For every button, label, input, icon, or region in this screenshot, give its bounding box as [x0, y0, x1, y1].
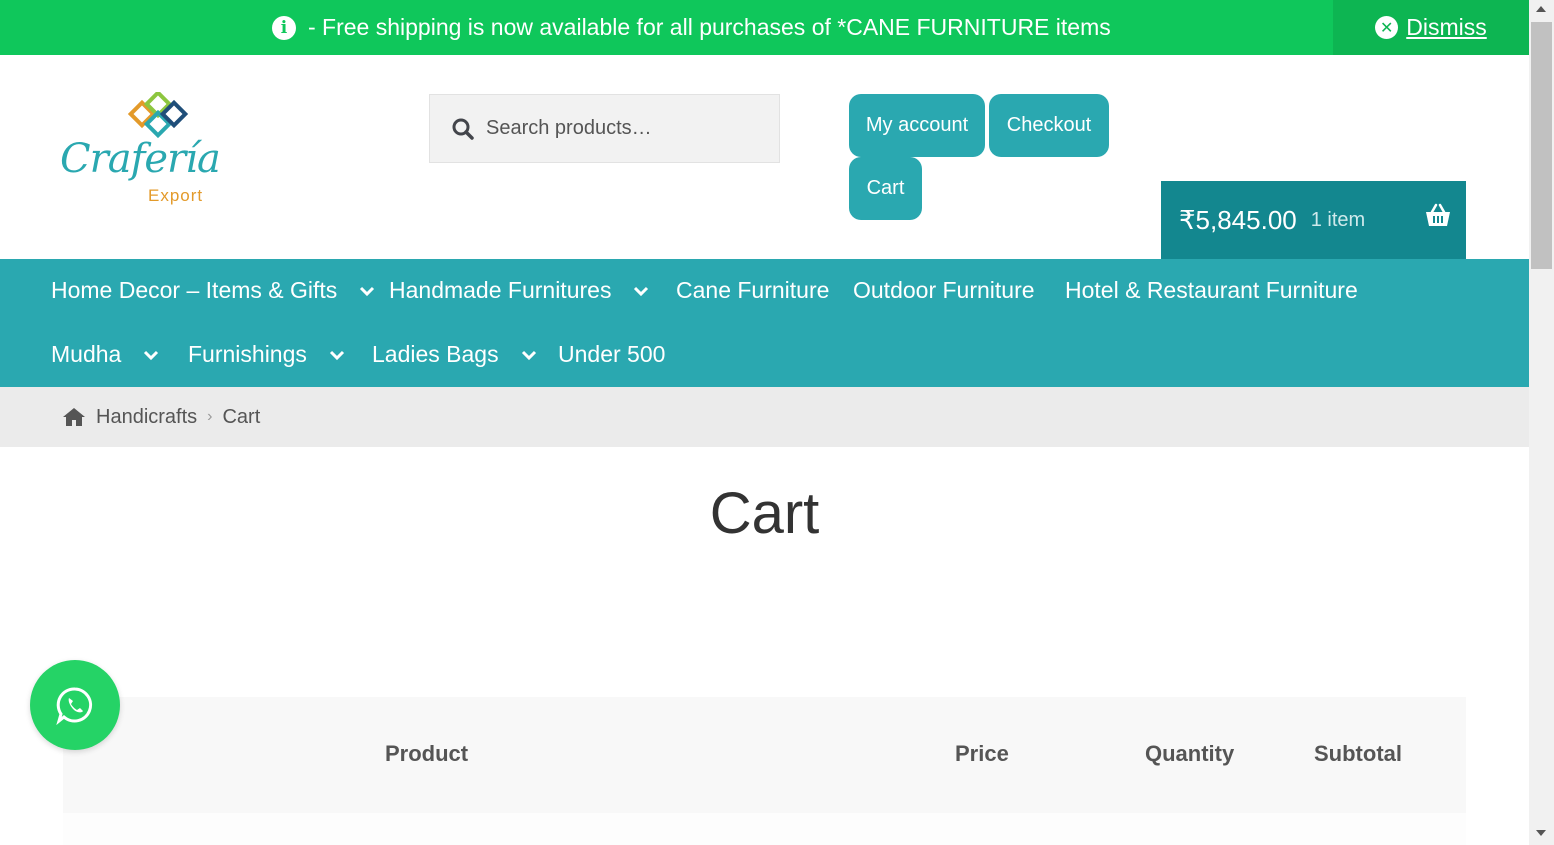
nav-item-label: Mudha — [51, 341, 122, 367]
cart-item-count: 1 item — [1310, 208, 1366, 231]
column-header-quantity: Quantity — [1145, 741, 1235, 766]
primary-navigation: Home Decor – Items & Gifts Handmade Furn… — [0, 259, 1529, 387]
cart-total: ₹5,845.00 — [1179, 204, 1297, 235]
cart-table-header: Product Price Quantity Subtotal — [63, 697, 1466, 813]
nav-item-label: Outdoor Furniture — [853, 277, 1035, 303]
notice-message: - Free shipping is now available for all… — [308, 14, 1111, 40]
home-icon[interactable] — [62, 407, 86, 427]
notice-content: i - Free shipping is now available for a… — [272, 14, 1111, 41]
breadcrumb-separator-icon: › — [207, 408, 213, 425]
chevron-down-icon[interactable] — [329, 347, 345, 363]
nav-item-furnishings[interactable]: Furnishings — [188, 341, 345, 368]
search-icon — [452, 118, 474, 140]
dismiss-label: Dismiss — [1406, 14, 1487, 40]
nav-item-handmade-furnitures[interactable]: Handmade Furnitures — [389, 277, 649, 304]
nav-item-label: Under 500 — [558, 341, 666, 367]
column-header-product: Product — [385, 741, 469, 766]
nav-item-mudha[interactable]: Mudha — [51, 341, 159, 368]
logo-subtitle: Export — [148, 186, 204, 205]
chevron-down-icon[interactable] — [143, 347, 159, 363]
scroll-down-icon[interactable] — [1536, 830, 1546, 836]
scroll-up-icon[interactable] — [1536, 6, 1546, 12]
nav-item-ladies-bags[interactable]: Ladies Bags — [372, 341, 537, 368]
column-header-subtotal: Subtotal — [1314, 741, 1402, 766]
nav-item-hotel-restaurant-furniture[interactable]: Hotel & Restaurant Furniture — [1065, 277, 1358, 304]
nav-item-label: Handmade Furnitures — [389, 277, 612, 303]
dismiss-notice-button[interactable]: ✕ Dismiss — [1333, 0, 1529, 55]
nav-item-label: Cane Furniture — [676, 277, 830, 303]
nav-item-home-decor[interactable]: Home Decor – Items & Gifts — [51, 277, 375, 304]
my-account-button[interactable]: My account — [849, 94, 985, 157]
page-title: Cart — [709, 481, 820, 546]
breadcrumb-current: Cart — [222, 405, 261, 428]
breadcrumb-home-link[interactable]: Handicrafts — [96, 406, 197, 429]
site-logo[interactable]: Crafería Export — [60, 90, 221, 210]
nav-item-label: Home Decor – Items & Gifts — [51, 277, 338, 303]
table-row — [63, 813, 1466, 845]
nav-item-label: Hotel & Restaurant Furniture — [1065, 277, 1358, 303]
chevron-down-icon[interactable] — [633, 283, 649, 299]
info-icon: i — [272, 15, 296, 40]
scrollbar-thumb[interactable] — [1531, 22, 1552, 269]
chevron-down-icon[interactable] — [359, 283, 375, 299]
whatsapp-icon — [56, 687, 93, 725]
search-input[interactable] — [486, 117, 766, 140]
whatsapp-chat-button[interactable] — [30, 660, 120, 750]
logo-wordmark: Crafería — [60, 136, 221, 182]
cart-button[interactable]: Cart — [849, 157, 922, 220]
chevron-down-icon[interactable] — [521, 347, 537, 363]
checkout-button[interactable]: Checkout — [989, 94, 1109, 157]
mini-cart[interactable]: ₹5,845.00 1 item — [1161, 181, 1466, 259]
nav-item-label: Ladies Bags — [372, 341, 499, 367]
breadcrumb: Handicrafts › Cart — [0, 387, 1529, 447]
nav-item-under-500[interactable]: Under 500 — [558, 341, 665, 368]
close-circle-icon: ✕ — [1375, 16, 1399, 39]
nav-item-label: Furnishings — [188, 341, 307, 367]
nav-item-outdoor-furniture[interactable]: Outdoor Furniture — [853, 277, 1035, 304]
nav-item-cane-furniture[interactable]: Cane Furniture — [676, 277, 829, 304]
basket-icon — [1426, 203, 1450, 226]
column-header-price: Price — [955, 741, 1009, 766]
product-search[interactable] — [429, 94, 780, 163]
store-notice: i - Free shipping is now available for a… — [0, 0, 1529, 55]
